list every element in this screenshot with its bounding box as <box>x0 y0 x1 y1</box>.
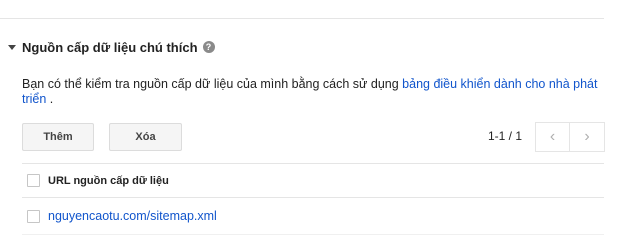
section-title: Nguồn cấp dữ liệu chú thích <box>22 39 198 55</box>
top-divider <box>0 18 604 19</box>
annotation-feeds-panel: Nguồn cấp dữ liệu chú thích ? Bạn có thể… <box>0 0 618 247</box>
table-row: nguyencaotu.com/sitemap.xml <box>22 198 604 235</box>
section-description: Bạn có thể kiểm tra nguồn cấp dữ liệu củ… <box>22 77 602 107</box>
description-suffix: . <box>46 92 54 106</box>
description-text: Bạn có thể kiểm tra nguồn cấp dữ liệu củ… <box>22 77 403 91</box>
table-header: URL nguồn cấp dữ liệu <box>22 163 604 198</box>
chevron-left-icon[interactable]: ‹ <box>535 122 570 152</box>
section-header: Nguồn cấp dữ liệu chú thích ? <box>8 38 215 56</box>
triangle-down-icon[interactable] <box>8 44 16 50</box>
help-circle-icon[interactable]: ? <box>202 41 215 53</box>
column-header-url: URL nguồn cấp dữ liệu <box>48 174 169 187</box>
row-checkbox[interactable] <box>27 209 40 223</box>
add-button[interactable]: Thêm <box>22 123 94 151</box>
feeds-table: URL nguồn cấp dữ liệu nguyencaotu.com/si… <box>22 163 604 235</box>
pager-controls: ‹ › <box>535 122 605 152</box>
select-all-checkbox[interactable] <box>27 174 40 187</box>
feed-url-link[interactable]: nguyencaotu.com/sitemap.xml <box>48 209 217 223</box>
chevron-right-icon[interactable]: › <box>570 122 605 152</box>
pagination-count: 1-1 / 1 <box>488 129 523 143</box>
delete-button[interactable]: Xóa <box>109 123 182 151</box>
